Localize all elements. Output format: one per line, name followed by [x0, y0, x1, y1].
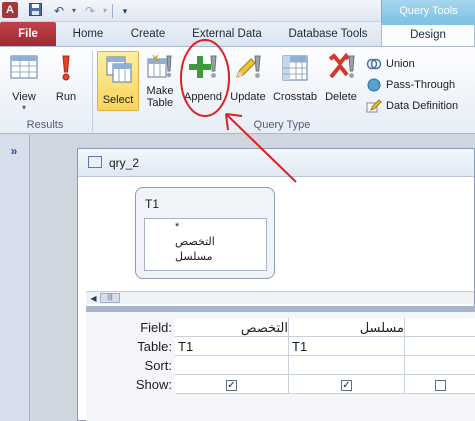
table-pane-scrollbar[interactable]: ◀ ||| — [86, 291, 474, 304]
design-grid: Field: Table: Sort: Show: التخصص T1 ✓ مس… — [86, 312, 475, 421]
scroll-thumb[interactable]: ||| — [100, 293, 120, 303]
grid-sort-cell[interactable] — [289, 356, 405, 375]
pass-through-button[interactable]: Pass-Through — [366, 76, 455, 94]
query-window-title-bar[interactable]: qry_2 — [78, 149, 474, 177]
pass-through-label: Pass-Through — [386, 79, 456, 91]
field-item-serial[interactable]: مسلسل — [145, 250, 255, 265]
show-checkbox[interactable] — [434, 380, 446, 392]
grid-field-cell[interactable]: التخصص — [175, 318, 289, 337]
make-table-button[interactable]: Make Table — [142, 53, 178, 115]
redo-dropdown-icon[interactable]: ▾ — [97, 3, 113, 19]
quick-access-toolbar: A ↶ ▾ ↷ ▾ ▾ Query Tools — [0, 0, 475, 22]
tab-create[interactable]: Create — [122, 22, 174, 46]
select-query-icon — [106, 56, 132, 83]
tab-external-data[interactable]: External Data — [182, 22, 272, 46]
grid-show-cell[interactable] — [405, 375, 475, 394]
ribbon: View ▾ Run Results Select Make Table App… — [0, 46, 475, 134]
crosstab-label: Crosstab — [272, 91, 318, 103]
grid-show-cell[interactable]: ✓ — [175, 375, 289, 394]
pencil-icon — [366, 99, 382, 113]
grid-sort-cell[interactable] — [405, 356, 475, 375]
grid-field-cell[interactable]: مسلسل — [289, 318, 405, 337]
query-tools-context-tab: Query Tools — [381, 0, 475, 22]
delete-x-icon — [328, 53, 355, 79]
grid-sort-cell[interactable] — [175, 356, 289, 375]
view-label: View — [12, 91, 36, 103]
undo-icon[interactable]: ↶ — [51, 3, 67, 19]
field-item-all[interactable]: * — [145, 220, 255, 235]
undo-dropdown-icon[interactable]: ▾ — [66, 3, 82, 19]
ribbon-tabs: File Home Create External Data Database … — [0, 22, 475, 46]
union-label: Union — [386, 58, 415, 70]
navigation-pane: » — [0, 135, 30, 421]
select-label: Select — [102, 94, 134, 106]
append-button[interactable]: Append — [180, 53, 226, 113]
save-icon[interactable] — [27, 3, 43, 19]
tab-file[interactable]: File — [0, 22, 56, 46]
union-button[interactable]: Union — [366, 55, 415, 73]
exclamation-icon — [62, 55, 70, 81]
datasheet-view-icon — [10, 55, 38, 79]
tab-design[interactable]: Design — [381, 22, 475, 46]
select-query-button[interactable]: Select — [97, 51, 139, 111]
context-tab-accent — [381, 22, 475, 25]
data-definition-button[interactable]: Data Definition — [366, 97, 458, 115]
redo-icon[interactable]: ↷ — [82, 3, 98, 19]
append-plus-icon — [189, 55, 217, 78]
delete-label: Delete — [325, 91, 357, 103]
make-table-label-line1: Make — [146, 85, 174, 97]
data-definition-label: Data Definition — [386, 100, 459, 112]
tab-home[interactable]: Home — [64, 22, 112, 46]
view-dropdown-icon: ▾ — [21, 103, 26, 112]
query-icon — [88, 156, 102, 168]
delete-button[interactable]: Delete — [322, 53, 360, 113]
grid-table-cell[interactable]: T1 — [175, 337, 289, 356]
make-table-label-line2: Table — [146, 97, 174, 109]
results-group-label: Results — [26, 119, 64, 131]
run-button[interactable]: Run — [48, 53, 84, 113]
query-type-group-label: Query Type — [253, 119, 311, 131]
shutter-bar-open-icon[interactable]: » — [4, 143, 24, 159]
show-checkbox[interactable]: ✓ — [226, 380, 237, 392]
query-name: qry_2 — [109, 156, 140, 170]
union-rings-icon — [366, 58, 382, 70]
tab-database-tools[interactable]: Database Tools — [279, 22, 377, 46]
update-pencil-icon — [236, 55, 261, 78]
crosstab-grid-icon — [282, 55, 308, 81]
field-item-specialization[interactable]: التخصص — [145, 235, 255, 250]
grid-label-field: Field: — [140, 320, 172, 335]
grid-label-table: Table: — [137, 339, 172, 354]
append-label: Append — [184, 91, 222, 103]
grid-field-cell[interactable] — [405, 318, 475, 337]
update-label: Update — [230, 91, 266, 103]
grid-show-cell[interactable]: ✓ — [289, 375, 405, 394]
grid-label-sort: Sort: — [144, 358, 172, 373]
scroll-left-icon[interactable]: ◀ — [88, 293, 99, 304]
access-app-icon[interactable]: A — [2, 2, 18, 18]
globe-icon — [367, 78, 381, 92]
customize-qat-icon[interactable]: ▾ — [117, 3, 133, 19]
crosstab-button[interactable]: Crosstab — [270, 53, 320, 113]
table-pane[interactable]: T1 * التخصص مسلسل — [78, 177, 474, 288]
query-design-window: qry_2 T1 * التخصص مسلسل ◀ ||| Field: Tab… — [77, 148, 475, 421]
grid-table-cell[interactable] — [405, 337, 475, 356]
field-list-title: T1 — [145, 197, 160, 211]
field-list-box[interactable]: * التخصص مسلسل — [144, 218, 267, 271]
grid-table-cell[interactable]: T1 — [289, 337, 405, 356]
update-button[interactable]: Update — [227, 53, 269, 113]
grid-label-show: Show: — [135, 377, 172, 392]
run-label: Run — [55, 91, 77, 103]
make-table-icon — [147, 54, 172, 78]
show-checkbox[interactable]: ✓ — [341, 380, 352, 392]
view-button[interactable]: View ▾ — [4, 53, 44, 113]
field-list-t1[interactable]: T1 * التخصص مسلسل — [135, 187, 275, 279]
context-tab-label: Query Tools — [399, 5, 458, 17]
